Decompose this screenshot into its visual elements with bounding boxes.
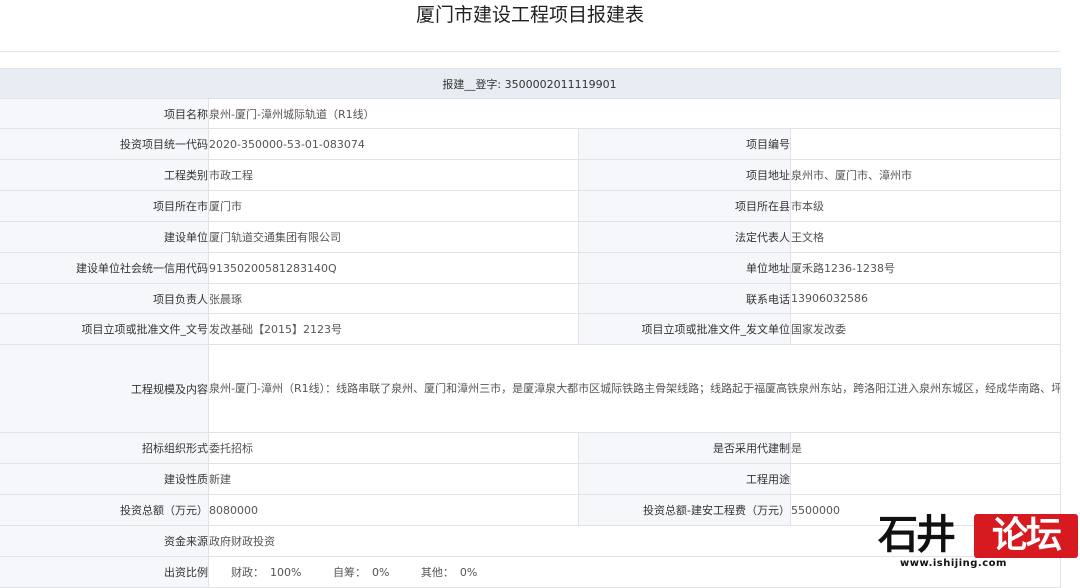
builder-label: 建设单位 [0,221,209,253]
category-label: 工程类别 [0,159,209,191]
project-no-value [789,128,1062,160]
scale-value: 泉州-厦门-漳州（R1线）：线路串联了泉州、厦门和漳州三市，是厦漳泉大都市区城际… [207,344,1062,433]
scale-label: 工程规模及内容 [0,344,209,433]
agent-system-label: 是否采用代建制 [578,432,791,464]
ratio-finance-value: 100% [270,566,302,579]
table-row: 工程类别 市政工程 项目地址 泉州市、厦门市、漳州市 [0,159,1062,191]
unit-address-value: 厦禾路1236-1238号 [789,252,1062,284]
registration-number: 3500002011119901 [504,77,617,91]
legal-rep-value: 王文格 [789,221,1062,253]
table-row: 投资项目统一代码 2020-350000-53-01-083074 项目编号 [0,128,1062,160]
table-row: 项目名称 泉州-厦门-漳州城际轨道（R1线） [0,98,1062,129]
registration-header: 报建__登字: 3500002011119901 [0,68,1062,99]
ratio-finance: 财政： 100% [231,566,307,579]
phone-label: 联系电话 [578,283,791,314]
builder-value: 厦门轨道交通集团有限公司 [208,221,579,253]
phone-value: 13906032586 [789,283,1062,314]
unit-address-label: 单位地址 [578,252,791,284]
approval-doc-label: 项目立项或批准文件_文号 [0,313,209,345]
invest-code-label: 投资项目统一代码 [0,128,209,160]
table-row: 项目负责人 张晨琢 联系电话 13906032586 [0,283,1062,314]
credit-code-value: 91350200581283140Q [208,252,579,284]
registration-label: 报建__登字: [442,77,502,91]
table-row: 招标组织形式 委托招标 是否采用代建制 是 [0,432,1062,464]
usage-label: 工程用途 [578,463,791,495]
manager-value: 张晨琢 [208,283,579,314]
city-label: 项目所在市 [0,190,209,222]
project-registration-form: 报建__登字: 3500002011119901 项目名称 泉州-厦门-漳州城际… [0,68,1062,588]
construction-cost-label: 投资总额-建安工程费（万元） [578,494,791,526]
bidding-value: 委托招标 [208,432,579,464]
table-row: 建设单位 厦门轨道交通集团有限公司 法定代表人 王文格 [0,221,1062,253]
county-label: 项目所在县 [578,190,791,222]
bidding-label: 招标组织形式 [0,432,209,464]
total-invest-value: 8080000 [208,494,579,526]
approval-doc-value: 发改基础【2015】2123号 [208,313,579,345]
registration-header-row: 报建__登字: 3500002011119901 [0,68,1062,99]
forum-watermark-logo: 石井 论坛 www.ishijing.com [878,512,1078,572]
usage-value [789,463,1062,495]
ratio-label: 出资比例 [0,556,209,588]
ratio-finance-name: 财政： [231,566,264,579]
title-divider [0,51,1060,52]
ratio-self-name: 自筹： [332,566,366,579]
invest-code-value: 2020-350000-53-01-083074 [208,128,579,160]
ratio-other-value: 0% [459,566,478,579]
legal-rep-label: 法定代表人 [578,221,791,253]
page-title: 厦门市建设工程项目报建表 [415,4,644,26]
fund-source-label: 资金来源 [0,525,209,557]
nature-value: 新建 [208,463,579,495]
table-row: 建设单位社会统一信用代码 91350200581283140Q 单位地址 厦禾路… [0,252,1062,284]
table-row: 项目立项或批准文件_文号 发改基础【2015】2123号 项目立项或批准文件_发… [0,313,1062,345]
ratio-self: 自筹： 0% [333,566,395,579]
approval-unit-value: 国家发改委 [789,313,1062,345]
county-value: 市本级 [789,190,1062,222]
approval-unit-label: 项目立项或批准文件_发文单位 [578,313,791,345]
project-name-value: 泉州-厦门-漳州城际轨道（R1线） [207,98,1062,129]
address-label: 项目地址 [578,159,791,191]
ratio-other-name: 其他： [420,566,454,579]
manager-label: 项目负责人 [0,283,209,314]
category-value: 市政工程 [208,159,579,191]
ratio-other: 其他： 0% [421,566,483,579]
table-row: 工程规模及内容 泉州-厦门-漳州（R1线）：线路串联了泉州、厦门和漳州三市，是厦… [0,344,1062,433]
table-row: 建设性质 新建 工程用途 [0,463,1062,495]
project-no-label: 项目编号 [578,128,791,160]
total-invest-label: 投资总额（万元） [0,494,209,526]
watermark-dark-text: 石井 [878,512,956,558]
project-name-label: 项目名称 [0,98,209,129]
agent-system-value: 是 [789,432,1062,464]
credit-code-label: 建设单位社会统一信用代码 [0,252,209,284]
ratio-self-value: 0% [371,566,390,579]
table-row: 项目所在市 厦门市 项目所在县 市本级 [0,190,1062,222]
address-value: 泉州市、厦门市、漳州市 [789,159,1062,191]
nature-label: 建设性质 [0,463,209,495]
watermark-red-text: 论坛 [974,514,1078,558]
city-value: 厦门市 [208,190,579,222]
watermark-url: www.ishijing.com [900,558,1007,569]
